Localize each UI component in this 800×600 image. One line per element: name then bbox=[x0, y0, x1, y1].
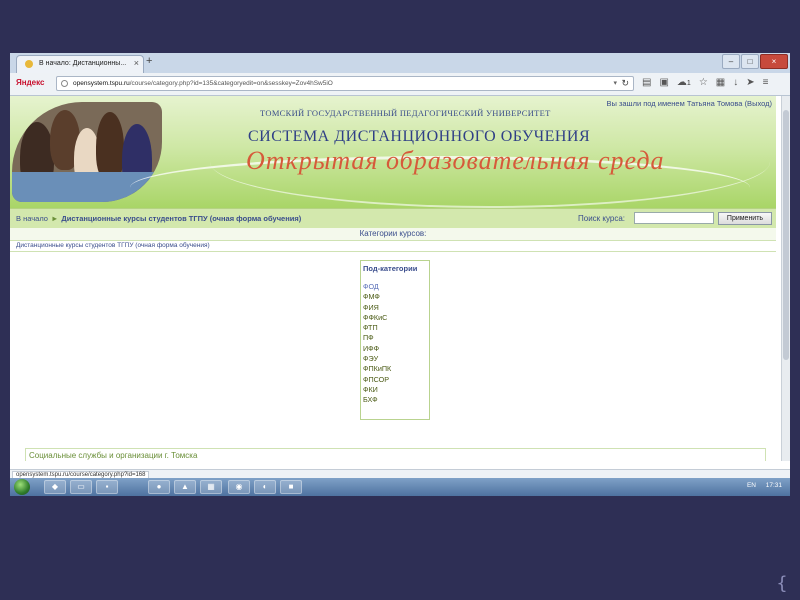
reload-icon[interactable]: ↻ bbox=[621, 78, 629, 89]
subcategory-link[interactable]: ФМФ bbox=[363, 292, 429, 302]
subcategories-box: Под-категории ФОД ФМФ ФИЯ ФФКиС ФТП ПФ И… bbox=[360, 260, 430, 420]
taskbar-app-icon[interactable]: ▦ bbox=[200, 480, 222, 494]
apply-search-button[interactable]: Применить bbox=[718, 212, 772, 225]
course-search-input[interactable] bbox=[634, 212, 714, 224]
send-icon[interactable]: ➤ bbox=[746, 77, 754, 88]
bookmark-star-icon[interactable]: ☆ bbox=[699, 77, 708, 88]
site-banner: ТОМСКИЙ ГОСУДАРСТВЕННЫЙ ПЕДАГОГИЧЕСКИЙ У… bbox=[10, 96, 776, 208]
clipboard-icon[interactable]: ▦ bbox=[716, 77, 725, 88]
reader-icon[interactable]: ▤ bbox=[642, 77, 651, 88]
favicon-icon bbox=[25, 60, 33, 68]
category-path: Дистанционные курсы студентов ТГПУ (очна… bbox=[16, 242, 210, 249]
login-prefix: Вы зашли под именем bbox=[606, 99, 685, 108]
taskbar-app-icon[interactable]: ▪ bbox=[96, 480, 118, 494]
user-profile-link[interactable]: Татьяна Томова bbox=[687, 99, 743, 108]
subcategory-link[interactable]: ФКИ bbox=[363, 385, 429, 395]
taskbar-app-icon[interactable]: ◆ bbox=[44, 480, 66, 494]
subcategory-list: ФОД ФМФ ФИЯ ФФКиС ФТП ПФ ИФФ ФЭУ ФПКиПК … bbox=[361, 282, 429, 406]
breadcrumb-home[interactable]: В начало bbox=[16, 214, 48, 223]
breadcrumb-separator-icon: ► bbox=[50, 214, 59, 223]
navigation-bar: В начало ► Дистанционные курсы студентов Т… bbox=[10, 208, 776, 228]
address-bar[interactable]: opensystem.tspu.ru/course/category.php?i… bbox=[56, 76, 634, 91]
screenshot-frame: В начало: Дистанционны... × + – □ × Янде… bbox=[10, 53, 790, 496]
social-services-section: Социальные службы и организации г. Томск… bbox=[25, 448, 766, 461]
toolbar-icons: ▤ ▣ ☁1 ☆ ▦ ↓ ➤ ≡ bbox=[642, 77, 768, 88]
browser-nav-bar: Яндекс opensystem.tspu.ru/course/categor… bbox=[10, 73, 790, 96]
taskbar-app-icon[interactable]: ● bbox=[148, 480, 170, 494]
taskbar-chrome-icon[interactable]: ◉ bbox=[228, 480, 250, 494]
lock-icon[interactable]: ▣ bbox=[659, 77, 668, 88]
subcategory-link[interactable]: ФОД bbox=[363, 282, 429, 292]
subcategory-link[interactable]: ФФКиС bbox=[363, 313, 429, 323]
taskbar-clock[interactable]: 17:31 bbox=[766, 482, 782, 489]
globe-icon bbox=[61, 80, 68, 87]
breadcrumb-current: Дистанционные курсы студентов ТГПУ (очна… bbox=[61, 214, 302, 223]
taskbar-firefox-icon[interactable]: ◐ bbox=[254, 480, 276, 494]
subcategory-link[interactable]: ФТП bbox=[363, 323, 429, 333]
cloud-icon[interactable]: ☁1 bbox=[677, 77, 691, 88]
divider bbox=[10, 251, 776, 252]
subcategories-heading: Под-категории bbox=[363, 264, 418, 273]
subcategory-link[interactable]: ФПКиПК bbox=[363, 364, 429, 374]
browser-tab-bar: В начало: Дистанционны... × + – □ × bbox=[10, 53, 790, 73]
taskbar-folder-icon[interactable]: ▭ bbox=[70, 480, 92, 494]
notification-count: 1 bbox=[686, 80, 691, 87]
login-info: Вы зашли под именем Татьяна Томова (Выхо… bbox=[606, 99, 772, 108]
vertical-scrollbar[interactable] bbox=[781, 96, 790, 461]
system-title: СИСТЕМА ДИСТАНЦИОННОГО ОБУЧЕНИЯ bbox=[248, 128, 591, 145]
url-host: opensystem.tspu.ru bbox=[73, 80, 130, 87]
subcategory-link[interactable]: ФПСОР bbox=[363, 375, 429, 385]
social-services-heading[interactable]: Социальные службы и организации г. Томск… bbox=[29, 451, 197, 460]
url-path: /course/category.php?id=135&categoryedit… bbox=[129, 80, 333, 87]
course-search-label: Поиск курса: bbox=[578, 214, 626, 223]
windows-taskbar: ◆ ▭ ▪ ● ▲ ▦ ◉ ◐ ■ EN 17:31 bbox=[10, 478, 790, 496]
close-tab-icon[interactable]: × bbox=[134, 58, 139, 68]
subcategory-link[interactable]: ФЭУ bbox=[363, 354, 429, 364]
maximize-icon[interactable]: □ bbox=[741, 54, 759, 69]
university-name: ТОМСКИЙ ГОСУДАРСТВЕННЫЙ ПЕДАГОГИЧЕСКИЙ У… bbox=[260, 108, 551, 118]
subcategory-link[interactable]: ИФФ bbox=[363, 344, 429, 354]
corner-bracket-icon: { bbox=[776, 573, 788, 594]
new-tab-button[interactable]: + bbox=[146, 55, 152, 67]
breadcrumb: В начало ► Дистанционные курсы студентов Т… bbox=[16, 214, 301, 223]
window-controls: – □ × bbox=[722, 54, 788, 69]
subcategory-link[interactable]: ПФ bbox=[363, 333, 429, 343]
logout-link[interactable]: (Выход) bbox=[745, 99, 772, 108]
subcategory-link[interactable]: БХФ bbox=[363, 395, 429, 405]
minimize-icon[interactable]: – bbox=[722, 54, 740, 69]
browser-tab[interactable]: В начало: Дистанционны... × bbox=[16, 55, 144, 73]
subcategory-link[interactable]: ФИЯ bbox=[363, 303, 429, 313]
slogan: Открытая образовательная среда bbox=[246, 146, 665, 175]
web-page: ТОМСКИЙ ГОСУДАРСТВЕННЫЙ ПЕДАГОГИЧЕСКИЙ У… bbox=[10, 96, 782, 461]
taskbar-app-icon[interactable]: ▲ bbox=[174, 480, 196, 494]
scrollbar-thumb[interactable] bbox=[783, 110, 789, 360]
dropdown-arrow-icon[interactable]: ▾ bbox=[613, 79, 617, 87]
tab-title: В начало: Дистанционны... bbox=[39, 60, 127, 67]
categories-heading: Категории курсов: bbox=[10, 228, 776, 241]
close-window-icon[interactable]: × bbox=[760, 54, 788, 69]
language-indicator[interactable]: EN bbox=[747, 482, 756, 489]
taskbar-app-icon[interactable]: ■ bbox=[280, 480, 302, 494]
yandex-logo[interactable]: Яндекс bbox=[16, 78, 44, 87]
start-button[interactable] bbox=[14, 479, 30, 495]
menu-icon[interactable]: ≡ bbox=[763, 77, 769, 88]
download-icon[interactable]: ↓ bbox=[733, 77, 738, 88]
